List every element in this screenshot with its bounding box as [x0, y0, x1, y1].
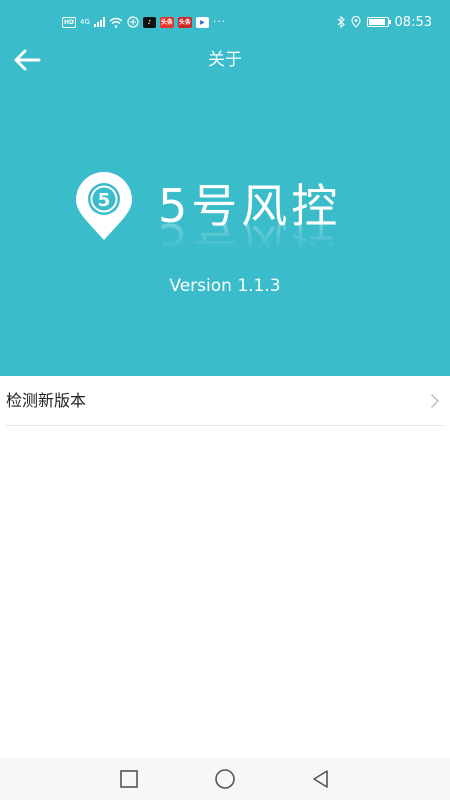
recent-apps-icon [120, 770, 138, 788]
bluetooth-icon [337, 16, 345, 28]
cellular-signal-icon [93, 17, 105, 27]
news-app-icon: 头条 [159, 16, 174, 28]
version-label: Version 1.1.3 [169, 276, 281, 296]
battery-icon [366, 17, 391, 27]
brand-name-reflection: 5号风控 [158, 222, 342, 267]
video-app-icon: ▶ [195, 16, 209, 28]
pin-number: 5 [98, 190, 111, 211]
battery-level [368, 19, 385, 25]
home-icon [215, 769, 235, 789]
network-type-label: 4G [80, 18, 90, 26]
chevron-right-icon [431, 394, 439, 408]
data-saver-icon [127, 16, 139, 28]
header-banner: HD 4G ♪ 头条 头条 ▶ ··· 08:53 关于 5 5号风控 5号风控… [0, 0, 450, 376]
app-logo: 5 5号风控 5号风控 [72, 170, 392, 280]
page-title: 关于 [208, 50, 242, 70]
back-icon [313, 770, 328, 788]
status-time: 08:53 [394, 14, 432, 30]
map-pin-logo-icon: 5 [76, 172, 132, 240]
check-update-item[interactable]: 检测新版本 [6, 376, 444, 426]
news-app-icon-2: 头条 [177, 16, 192, 28]
hd-icon: HD [62, 16, 76, 28]
check-update-label: 检测新版本 [6, 391, 87, 410]
more-notifications-icon: ··· [212, 15, 227, 28]
system-navigation-bar [0, 758, 450, 800]
status-icons-right: 08:53 [337, 14, 432, 30]
tiktok-app-icon: ♪ [142, 16, 156, 28]
status-bar: HD 4G ♪ 头条 头条 ▶ ··· 08:53 [0, 0, 450, 44]
recent-apps-button[interactable] [118, 768, 140, 790]
status-icons-left: HD 4G ♪ 头条 头条 ▶ ··· [62, 15, 226, 29]
wifi-icon [109, 17, 123, 28]
home-button[interactable] [214, 768, 236, 790]
location-icon [350, 16, 361, 28]
system-back-button[interactable] [310, 768, 332, 790]
